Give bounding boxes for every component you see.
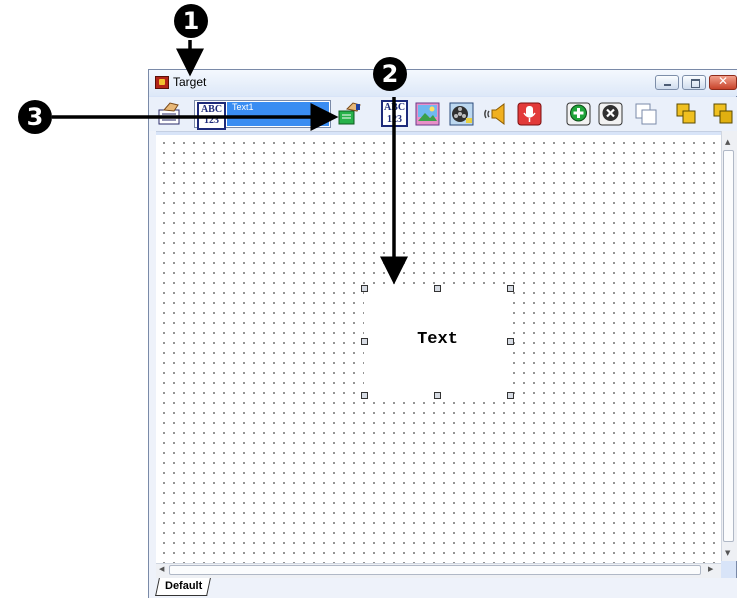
annotation-badge-2: 2 [373, 57, 407, 91]
annotation-badge-3: 3 [18, 100, 52, 134]
annotation-badge-1: 1 [174, 4, 208, 38]
annotation-arrows [52, 40, 408, 285]
